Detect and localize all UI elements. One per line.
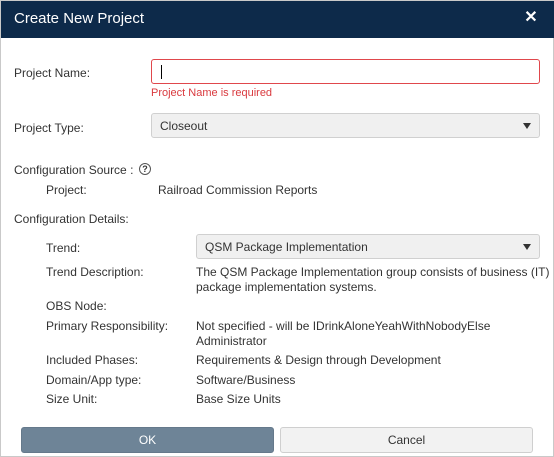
close-icon[interactable]: ✕ — [521, 7, 541, 29]
source-project-value: Railroad Commission Reports — [158, 183, 318, 197]
domain-app-type-value: Software/Business — [196, 373, 296, 387]
trend-select[interactable]: QSM Package Implementation — [196, 234, 540, 259]
project-name-input[interactable] — [151, 59, 540, 84]
cancel-button[interactable]: Cancel — [280, 427, 533, 453]
ok-button[interactable]: OK — [21, 427, 274, 453]
trend-description-label: Trend Description: — [46, 265, 144, 279]
project-name-error: Project Name is required — [151, 87, 273, 99]
primary-responsibility-line2: Administrator — [196, 334, 267, 348]
trend-label: Trend: — [46, 241, 81, 255]
obs-node-label: OBS Node: — [46, 299, 107, 313]
help-icon[interactable]: ? — [139, 163, 151, 175]
size-unit-value: Base Size Units — [196, 392, 281, 406]
primary-responsibility-line1: Not specified - will be IDrinkAloneYeahW… — [196, 319, 491, 333]
source-project-label: Project: — [46, 183, 87, 197]
text-caret — [161, 65, 162, 79]
create-project-dialog: Create New Project ✕ Project Name: Proje… — [0, 0, 554, 457]
trend-value: QSM Package Implementation — [205, 240, 368, 254]
included-phases-value: Requirements & Design through Developmen… — [196, 353, 441, 367]
project-type-select[interactable]: Closeout — [151, 113, 540, 138]
project-type-value: Closeout — [160, 119, 208, 133]
dialog-title: Create New Project — [14, 10, 145, 27]
configuration-source-label: Configuration Source : — [14, 163, 134, 177]
domain-app-type-label: Domain/App type: — [46, 373, 142, 387]
primary-responsibility-label: Primary Responsibility: — [46, 319, 169, 333]
chevron-down-icon — [523, 123, 531, 129]
project-type-label: Project Type: — [14, 121, 84, 135]
project-name-label: Project Name: — [14, 66, 91, 80]
dialog-titlebar: Create New Project ✕ — [1, 1, 554, 38]
configuration-details-label: Configuration Details: — [14, 212, 129, 226]
size-unit-label: Size Unit: — [46, 392, 98, 406]
chevron-down-icon — [523, 244, 531, 250]
trend-description-line1: The QSM Package Implementation group con… — [196, 265, 550, 279]
included-phases-label: Included Phases: — [46, 353, 139, 367]
trend-description-line2: package implementation systems. — [196, 280, 377, 294]
